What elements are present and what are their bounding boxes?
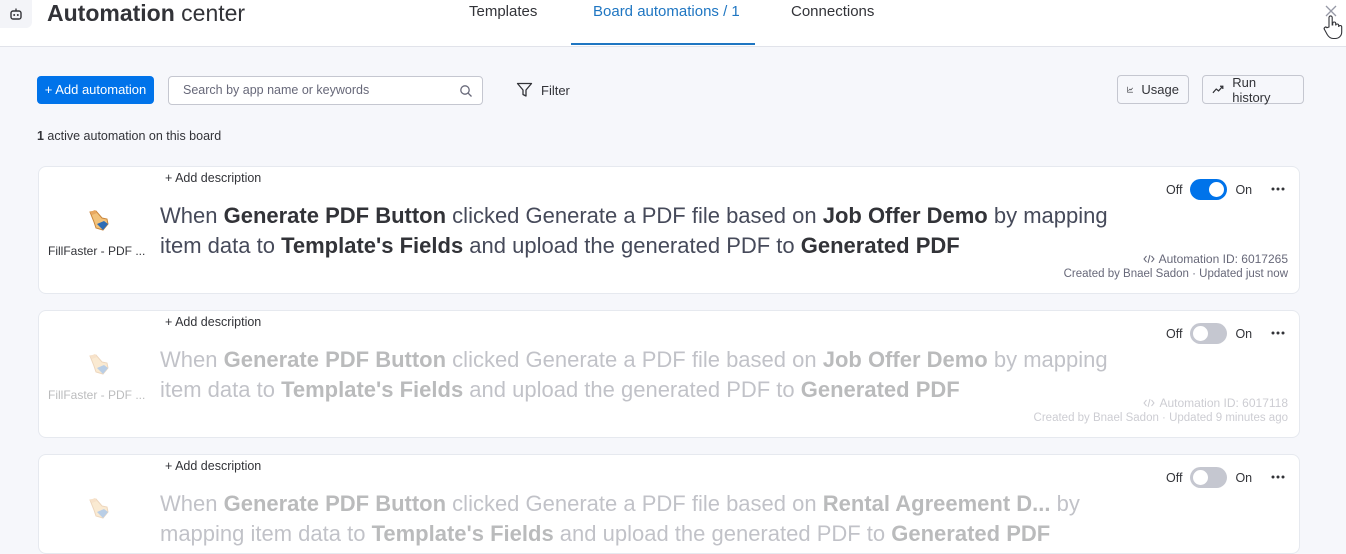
active-tab-indicator: [571, 43, 755, 45]
run-history-button[interactable]: Run history: [1202, 74, 1304, 105]
usage-button[interactable]: Usage: [1117, 75, 1189, 104]
tab-board-automations[interactable]: Board automations / 1: [593, 3, 740, 21]
usage-label: Usage: [1141, 82, 1179, 97]
active-automation-count: 1 active automation on this board: [37, 129, 222, 143]
toggle-off-label: Off: [1166, 182, 1183, 197]
toggle-off-label: Off: [1166, 326, 1183, 341]
toggle-on-label: On: [1235, 470, 1253, 485]
tab-connections[interactable]: Connections: [791, 3, 874, 21]
automation-recipe[interactable]: When Generate PDF Button clicked Generat…: [160, 201, 1130, 261]
chart-icon: [1127, 86, 1133, 93]
status-toggle-group: Off On: [1166, 467, 1252, 488]
add-description-link[interactable]: + Add description: [165, 459, 261, 473]
created-info: Created by Bnael Sadon · Updated just no…: [1063, 268, 1288, 280]
tab-templates[interactable]: Templates: [469, 3, 537, 21]
automation-card[interactable]: + Add description FillFaster - PDF ... W…: [38, 310, 1300, 438]
automation-recipe[interactable]: When Generate PDF Button clicked Generat…: [160, 489, 1130, 549]
filter-icon: [516, 82, 533, 97]
fillfaster-hand-icon: [89, 354, 109, 375]
automation-toggle[interactable]: [1190, 467, 1228, 488]
toggle-off-label: Off: [1166, 470, 1183, 485]
search-input[interactable]: [183, 83, 453, 97]
robot-icon[interactable]: [0, 0, 32, 28]
toggle-on-label: On: [1235, 326, 1253, 341]
app-name: FillFaster - PDF ...: [48, 244, 146, 258]
filter-button[interactable]: Filter: [516, 81, 570, 99]
fillfaster-hand-icon: [89, 210, 109, 231]
header: Automation center Templates Board automa…: [0, 0, 1346, 47]
fillfaster-hand-icon: [89, 498, 109, 519]
status-toggle-group: Off On: [1166, 323, 1252, 344]
automation-id: Automation ID: 6017265: [1142, 252, 1288, 266]
code-icon: [1143, 398, 1156, 408]
add-description-link[interactable]: + Add description: [165, 315, 261, 329]
automation-toggle[interactable]: [1190, 323, 1228, 344]
status-toggle-group: Off On: [1166, 179, 1252, 200]
run-history-label: Run history: [1232, 74, 1271, 105]
hand-cursor-icon: [1322, 14, 1344, 40]
automation-toggle[interactable]: [1190, 179, 1228, 200]
more-options-icon[interactable]: [1269, 323, 1287, 343]
automation-id: Automation ID: 6017118: [1143, 396, 1288, 410]
trend-icon: [1212, 85, 1224, 94]
search-icon[interactable]: [459, 84, 473, 98]
automation-card[interactable]: + Add description FillFaster - PDF ... W…: [38, 166, 1300, 294]
code-icon: [1142, 254, 1155, 264]
search-box[interactable]: [168, 76, 483, 105]
created-info: Created by Bnael Sadon · Updated 9 minut…: [1033, 412, 1288, 424]
more-options-icon[interactable]: [1269, 179, 1287, 199]
more-options-icon[interactable]: [1269, 467, 1287, 487]
filter-label: Filter: [541, 82, 570, 98]
app-name: FillFaster - PDF ...: [48, 388, 146, 402]
automation-recipe[interactable]: When Generate PDF Button clicked Generat…: [160, 345, 1130, 405]
add-description-link[interactable]: + Add description: [165, 171, 261, 185]
toggle-on-label: On: [1235, 182, 1253, 197]
add-automation-button[interactable]: + Add automation: [37, 76, 154, 104]
automation-card[interactable]: + Add description When Generate PDF Butt…: [38, 454, 1300, 554]
page-title: Automation center: [47, 0, 246, 26]
